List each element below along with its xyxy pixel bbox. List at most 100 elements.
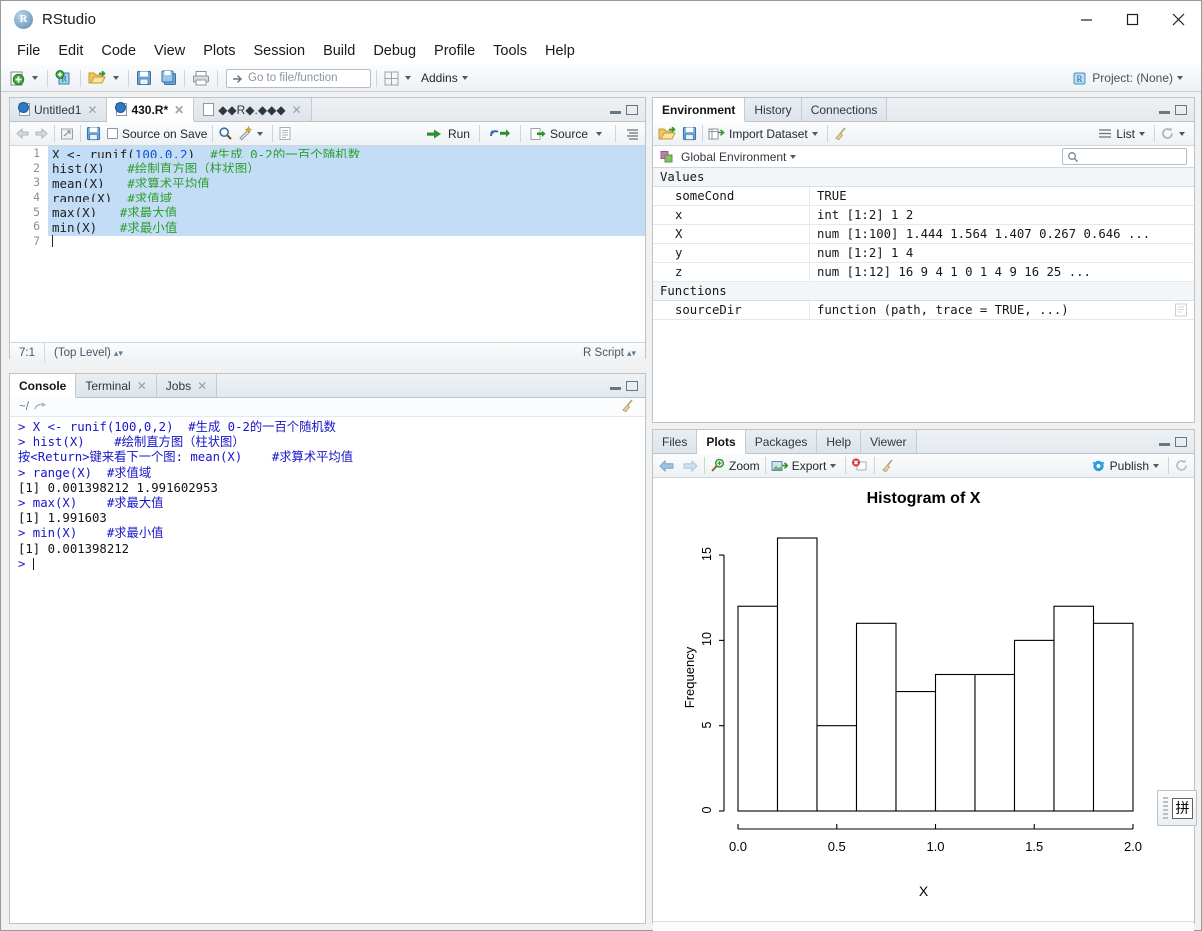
project-dropdown-icon[interactable] — [1177, 76, 1183, 80]
ime-drag-handle[interactable] — [1163, 797, 1168, 819]
show-in-new-window-icon[interactable] — [60, 127, 75, 141]
menu-help[interactable]: Help — [536, 40, 584, 62]
minimize-pane-icon[interactable] — [610, 387, 621, 390]
publish-dropdown-icon[interactable] — [1153, 463, 1159, 468]
close-icon[interactable]: ✕ — [197, 380, 207, 392]
environment-search-input[interactable] — [1062, 148, 1187, 165]
menu-plots[interactable]: Plots — [194, 40, 244, 62]
minimize-icon[interactable] — [1063, 1, 1109, 37]
zoom-button[interactable]: Zoom — [710, 458, 760, 473]
view-function-icon[interactable] — [1174, 303, 1188, 317]
export-button[interactable]: Export — [771, 459, 826, 473]
save-all-button[interactable] — [159, 68, 179, 89]
tab-history[interactable]: History — [745, 98, 802, 121]
goto-file-function-input[interactable]: Go to file/function — [226, 68, 371, 88]
view-mode-dropdown-icon[interactable] — [1139, 131, 1145, 136]
minimize-pane-icon[interactable] — [1159, 111, 1170, 114]
export-dropdown-icon[interactable] — [830, 463, 837, 468]
open-file-button[interactable] — [86, 68, 109, 89]
source-tab-unreadable[interactable]: ◆◆R◆.◆◆◆ ✕ — [194, 98, 312, 121]
tab-terminal[interactable]: Terminal ✕ — [76, 374, 157, 397]
list-view-icon[interactable] — [1098, 127, 1112, 140]
compile-report-icon[interactable] — [278, 126, 292, 141]
view-in-files-icon[interactable] — [34, 401, 48, 413]
new-file-dropdown-icon[interactable] — [32, 76, 38, 80]
menu-session[interactable]: Session — [244, 40, 314, 62]
save-icon[interactable] — [86, 126, 101, 141]
close-icon[interactable] — [1155, 1, 1201, 37]
arrow-left-icon[interactable] — [658, 459, 677, 473]
refresh-icon[interactable] — [1174, 458, 1189, 473]
open-file-dropdown-icon[interactable] — [113, 76, 119, 80]
environment-object-row[interactable]: x int [1:2] 1 2 — [653, 206, 1194, 225]
pane-layout-button[interactable] — [382, 68, 401, 89]
magnifier-icon[interactable] — [218, 126, 233, 141]
addins-button[interactable]: Addins — [421, 71, 458, 85]
maximize-icon[interactable] — [1109, 1, 1155, 37]
document-outline-icon[interactable] — [625, 127, 640, 141]
import-dataset-dropdown-icon[interactable] — [811, 131, 818, 136]
re-run-icon[interactable] — [489, 127, 511, 140]
minimize-pane-icon[interactable] — [610, 111, 621, 114]
code-tools-dropdown-icon[interactable] — [257, 131, 264, 136]
tab-viewer[interactable]: Viewer — [861, 430, 917, 453]
menu-view[interactable]: View — [145, 40, 194, 62]
maximize-pane-icon[interactable] — [626, 380, 638, 391]
clear-all-plots-icon[interactable] — [880, 458, 896, 473]
console-prompt[interactable]: > — [18, 557, 639, 572]
menu-code[interactable]: Code — [92, 40, 145, 62]
source-on-save-checkbox[interactable]: Source on Save — [107, 127, 207, 141]
arrow-left-icon[interactable] — [15, 127, 32, 140]
tab-help[interactable]: Help — [817, 430, 862, 453]
menu-build[interactable]: Build — [314, 40, 364, 62]
broom-icon[interactable] — [833, 126, 849, 141]
environment-object-row[interactable]: sourceDir function (path, trace = TRUE, .… — [653, 301, 1194, 320]
menu-tools[interactable]: Tools — [484, 40, 536, 62]
close-icon[interactable]: ✕ — [87, 104, 97, 116]
clear-console-button[interactable] — [620, 398, 636, 416]
print-button[interactable] — [190, 68, 212, 89]
tab-environment[interactable]: Environment — [653, 98, 746, 122]
menu-profile[interactable]: Profile — [425, 40, 484, 62]
tab-console[interactable]: Console — [10, 374, 77, 398]
remove-plot-icon[interactable] — [851, 458, 869, 473]
project-selector[interactable]: R Project: (None) — [1072, 71, 1195, 86]
run-button[interactable]: Run — [426, 127, 470, 141]
arrow-right-icon[interactable] — [32, 127, 49, 140]
scope-selector[interactable]: (Top Level) ▴▾ — [45, 347, 132, 359]
import-dataset-button[interactable]: Import Dataset — [708, 127, 808, 141]
menu-debug[interactable]: Debug — [364, 40, 425, 62]
close-icon[interactable]: ✕ — [292, 104, 302, 116]
code-tools-icon[interactable] — [237, 126, 253, 141]
save-icon[interactable] — [682, 126, 697, 141]
environment-scope-selector[interactable]: Global Environment — [653, 146, 1194, 168]
pane-layout-dropdown-icon[interactable] — [405, 76, 411, 80]
tab-packages[interactable]: Packages — [745, 430, 818, 453]
source-dropdown-icon[interactable] — [596, 131, 602, 136]
file-type-selector[interactable]: R Script ▴▾ — [574, 347, 645, 359]
console-output[interactable]: > X <- runif(100,0,2) #生成 0-2的一百个随机数 > hi… — [10, 417, 645, 904]
code-editor[interactable]: 1X <- runif(100,0,2) #生成 0-2的一百个随机数 2 hist… — [10, 146, 645, 342]
source-tab-430r[interactable]: 430.R* ✕ — [107, 98, 195, 122]
refresh-icon[interactable] — [1160, 126, 1175, 141]
source-tab-untitled1[interactable]: Untitled1 ✕ — [10, 98, 108, 121]
arrow-right-icon[interactable] — [680, 459, 699, 473]
close-icon[interactable]: ✕ — [174, 104, 184, 116]
ime-toolbar[interactable]: 拼 — [1157, 790, 1197, 826]
maximize-pane-icon[interactable] — [626, 104, 638, 115]
tab-connections[interactable]: Connections — [801, 98, 888, 121]
close-icon[interactable]: ✕ — [137, 380, 147, 392]
environment-scope-dropdown-icon[interactable] — [790, 154, 797, 159]
source-button[interactable]: Source — [530, 127, 588, 141]
tab-jobs[interactable]: Jobs ✕ — [156, 374, 218, 397]
new-file-button[interactable] — [7, 68, 28, 89]
tab-files[interactable]: Files — [653, 430, 698, 453]
refresh-dropdown-icon[interactable] — [1179, 131, 1185, 136]
environment-object-row[interactable]: Xnum [1:100] 1.444 1.564 1.407 0.267 0.6… — [653, 225, 1194, 244]
menu-file[interactable]: File — [8, 40, 49, 62]
new-project-button[interactable]: R — [53, 68, 75, 89]
maximize-pane-icon[interactable] — [1175, 104, 1187, 115]
environment-object-row[interactable]: y num [1:2] 1 4 — [653, 244, 1194, 263]
environment-object-row[interactable]: someCond TRUE — [653, 187, 1194, 206]
working-directory-label[interactable]: ~/ — [19, 401, 29, 413]
